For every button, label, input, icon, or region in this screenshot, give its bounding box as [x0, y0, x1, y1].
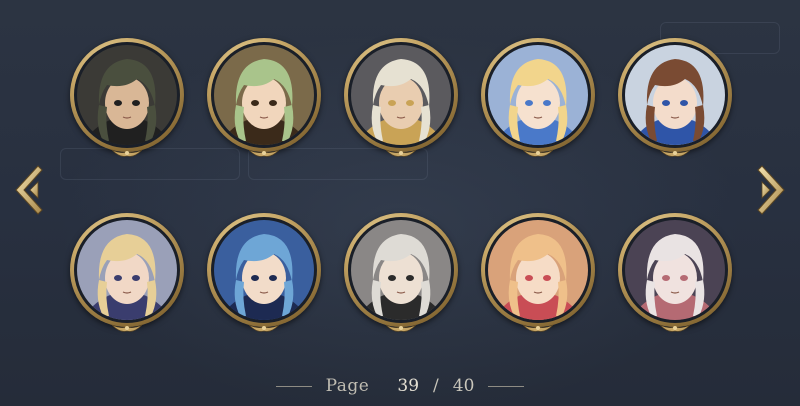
frame-ornament-icon: [659, 324, 691, 332]
character-portrait-4[interactable]: [481, 38, 595, 157]
character-avatar: [488, 45, 588, 145]
character-portrait-3[interactable]: [344, 38, 458, 157]
frame-ornament-icon: [111, 149, 143, 157]
chevron-right-icon[interactable]: [752, 160, 792, 220]
character-portrait-6[interactable]: [70, 213, 184, 332]
character-portrait-10[interactable]: [618, 213, 732, 332]
pagination-total: 40: [452, 376, 475, 396]
character-avatar: [625, 220, 725, 320]
chevron-left-icon[interactable]: [8, 160, 48, 220]
character-portrait-9[interactable]: [481, 213, 595, 332]
pagination-separator: /: [433, 376, 439, 396]
frame-ornament-icon: [522, 324, 554, 332]
character-avatar: [351, 45, 451, 145]
pagination-divider-right: [488, 385, 525, 387]
pagination: Page 39 / 40: [0, 372, 800, 400]
character-avatar: [77, 45, 177, 145]
pagination-current: 39: [397, 376, 420, 396]
character-avatar: [625, 45, 725, 145]
character-avatar: [77, 220, 177, 320]
character-portrait-2[interactable]: [207, 38, 321, 157]
character-portrait-5[interactable]: [618, 38, 732, 157]
character-portrait-8[interactable]: [344, 213, 458, 332]
frame-ornament-icon: [385, 149, 417, 157]
frame-ornament-icon: [111, 324, 143, 332]
portrait-grid: [0, 0, 800, 406]
frame-ornament-icon: [522, 149, 554, 157]
character-avatar: [351, 220, 451, 320]
character-avatar: [214, 45, 314, 145]
frame-ornament-icon: [248, 324, 280, 332]
character-portrait-1[interactable]: [70, 38, 184, 157]
character-avatar: [488, 220, 588, 320]
character-portrait-7[interactable]: [207, 213, 321, 332]
pagination-divider-left: [275, 385, 312, 387]
frame-ornament-icon: [385, 324, 417, 332]
character-avatar: [214, 220, 314, 320]
frame-ornament-icon: [659, 149, 691, 157]
frame-ornament-icon: [248, 149, 280, 157]
pagination-label: Page: [325, 376, 370, 396]
